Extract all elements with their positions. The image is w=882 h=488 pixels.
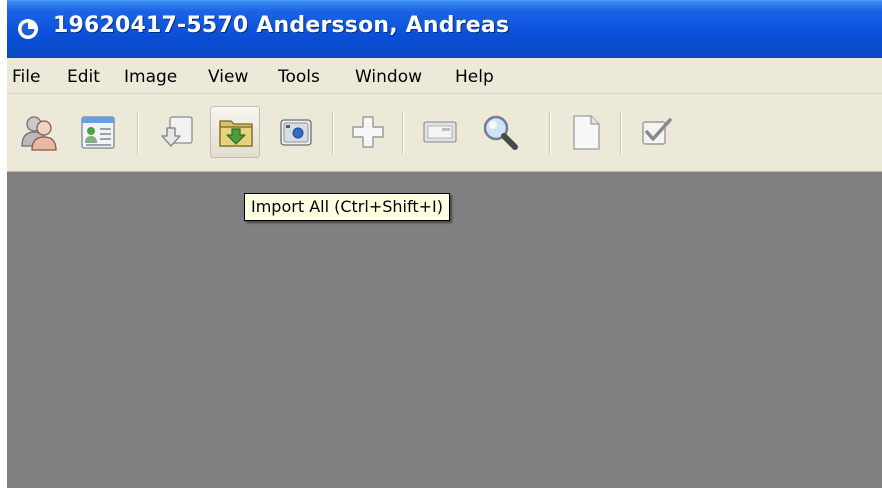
toolbar <box>7 94 882 172</box>
toolbar-separator <box>620 112 622 154</box>
application-window: 19620417-5570 Andersson, Andreas File Ed… <box>7 0 882 488</box>
import-all-icon <box>219 120 253 147</box>
scanner-icon <box>423 121 457 143</box>
menu-help[interactable]: Help <box>455 67 494 87</box>
menu-tools[interactable]: Tools <box>278 67 320 87</box>
patient-card-icon <box>81 116 115 149</box>
document-button[interactable] <box>560 106 610 158</box>
app-logo-icon <box>18 19 38 39</box>
checkbox-icon <box>642 118 672 145</box>
patient-card-button[interactable] <box>72 106 122 158</box>
import-all-button[interactable] <box>210 106 260 158</box>
menu-image[interactable]: Image <box>124 67 177 87</box>
menu-file[interactable]: File <box>12 67 40 87</box>
document-icon <box>573 115 600 150</box>
add-icon <box>352 116 384 148</box>
import-button[interactable] <box>151 106 201 158</box>
menu-bar: File Edit Image View Tools Window Help <box>7 58 882 94</box>
menu-edit[interactable]: Edit <box>67 67 100 87</box>
menu-window[interactable]: Window <box>355 67 422 87</box>
search-button[interactable] <box>474 106 524 158</box>
patients-icon <box>21 116 57 151</box>
patients-button[interactable] <box>13 106 63 158</box>
camera-button[interactable] <box>270 106 320 158</box>
add-button[interactable] <box>342 106 392 158</box>
toolbar-separator <box>402 112 404 154</box>
import-icon <box>161 116 193 147</box>
camera-icon <box>280 119 312 146</box>
toolbar-separator <box>549 112 551 154</box>
import-all-tooltip: Import All (Ctrl+Shift+I) <box>244 193 450 221</box>
approve-button[interactable] <box>630 106 680 158</box>
scanner-button[interactable] <box>414 106 464 158</box>
title-bar[interactable]: 19620417-5570 Andersson, Andreas <box>7 0 882 58</box>
menu-view[interactable]: View <box>208 67 248 87</box>
window-title: 19620417-5570 Andersson, Andreas <box>53 13 510 38</box>
magnifier-icon <box>483 115 518 150</box>
toolbar-separator <box>332 112 334 154</box>
toolbar-separator <box>137 112 139 154</box>
